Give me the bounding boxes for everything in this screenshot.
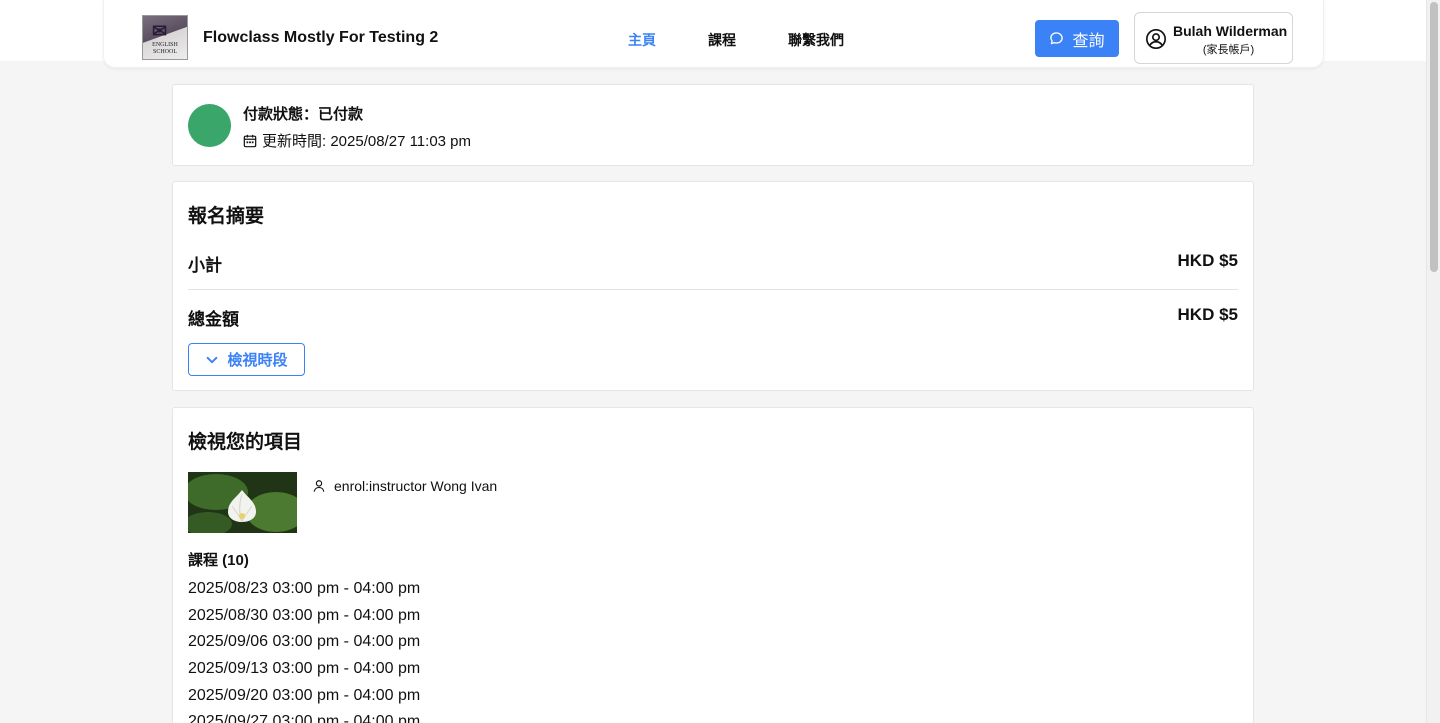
items-title: 檢視您的項目 (188, 432, 303, 453)
session-item: 2025/09/27 03:00 pm - 04:00 pm (188, 713, 421, 723)
total-label: 總金額 (188, 310, 239, 329)
brand-name[interactable]: Flowclass Mostly For Testing 2 (203, 29, 438, 47)
paid-status-dot (188, 104, 231, 147)
view-slots-button[interactable]: 檢視時段 (188, 343, 305, 376)
nav-home[interactable]: 主頁 (628, 30, 656, 50)
page-scrollbar[interactable] (1426, 0, 1440, 723)
user-role: (家長帳戶) (1202, 44, 1255, 56)
summary-title: 報名摘要 (188, 206, 265, 227)
nav-courses[interactable]: 課程 (708, 30, 736, 50)
updated-time-text: 更新時間: 2025/08/27 11:03 pm (262, 133, 472, 150)
course-thumbnail (188, 472, 297, 533)
session-item: 2025/08/30 03:00 pm - 04:00 pm (188, 606, 421, 624)
session-item: 2025/09/13 03:00 pm - 04:00 pm (188, 660, 421, 678)
chevron-down-icon (207, 356, 218, 363)
updated-time: 更新時間: 2025/08/27 11:03 pm (243, 130, 471, 151)
enrollment-summary-card: 報名摘要 小計 HKD $5 總金額 HKD $5 檢視時段 (172, 181, 1254, 391)
payment-status-card: 付款狀態：已付款 更新時間: 2025/08/27 11:03 pm (172, 84, 1254, 166)
subtotal-label: 小計 (188, 256, 222, 275)
top-navbar: ✉ ENGLISH SCHOOL Flowclass Mostly For Te… (103, 0, 1324, 68)
instructor-name: enrol:instructor Wong Ivan (334, 478, 498, 494)
school-logo[interactable]: ✉ ENGLISH SCHOOL (142, 15, 188, 60)
calendar-icon (243, 134, 257, 147)
session-item: 2025/09/06 03:00 pm - 04:00 pm (188, 633, 421, 651)
subtotal-value: HKD $5 (1177, 251, 1238, 270)
lessons-count: 課程 (10) (188, 552, 249, 569)
instructor-info: enrol:instructor Wong Ivan (312, 478, 497, 494)
payment-status-text: 付款狀態：已付款 (243, 106, 364, 123)
user-name: Bulah Wilderman (1173, 23, 1288, 39)
summary-divider (188, 289, 1238, 290)
view-slots-label: 檢視時段 (227, 352, 288, 369)
logo-text: ENGLISH SCHOOL (152, 42, 178, 55)
inquire-button[interactable]: 查詢 (1035, 20, 1119, 57)
nav-contact[interactable]: 聯繫我們 (788, 30, 844, 50)
inquire-label: 查詢 (1072, 32, 1105, 50)
session-list: 2025/08/23 03:00 pm - 04:00 pm 2025/08/3… (188, 578, 420, 723)
your-items-card: 檢視您的項目 enrol:instructor Wong Ivan 課程 (10… (172, 407, 1254, 723)
session-item: 2025/08/23 03:00 pm - 04:00 pm (188, 580, 421, 597)
scrollbar-thumb[interactable] (1430, 2, 1438, 272)
person-icon (313, 480, 325, 492)
total-value: HKD $5 (1177, 305, 1238, 324)
session-item: 2025/09/20 03:00 pm - 04:00 pm (188, 686, 421, 704)
chat-bubble-icon (1050, 32, 1064, 45)
user-account-button[interactable]: Bulah Wilderman (家長帳戶) (1134, 12, 1293, 64)
